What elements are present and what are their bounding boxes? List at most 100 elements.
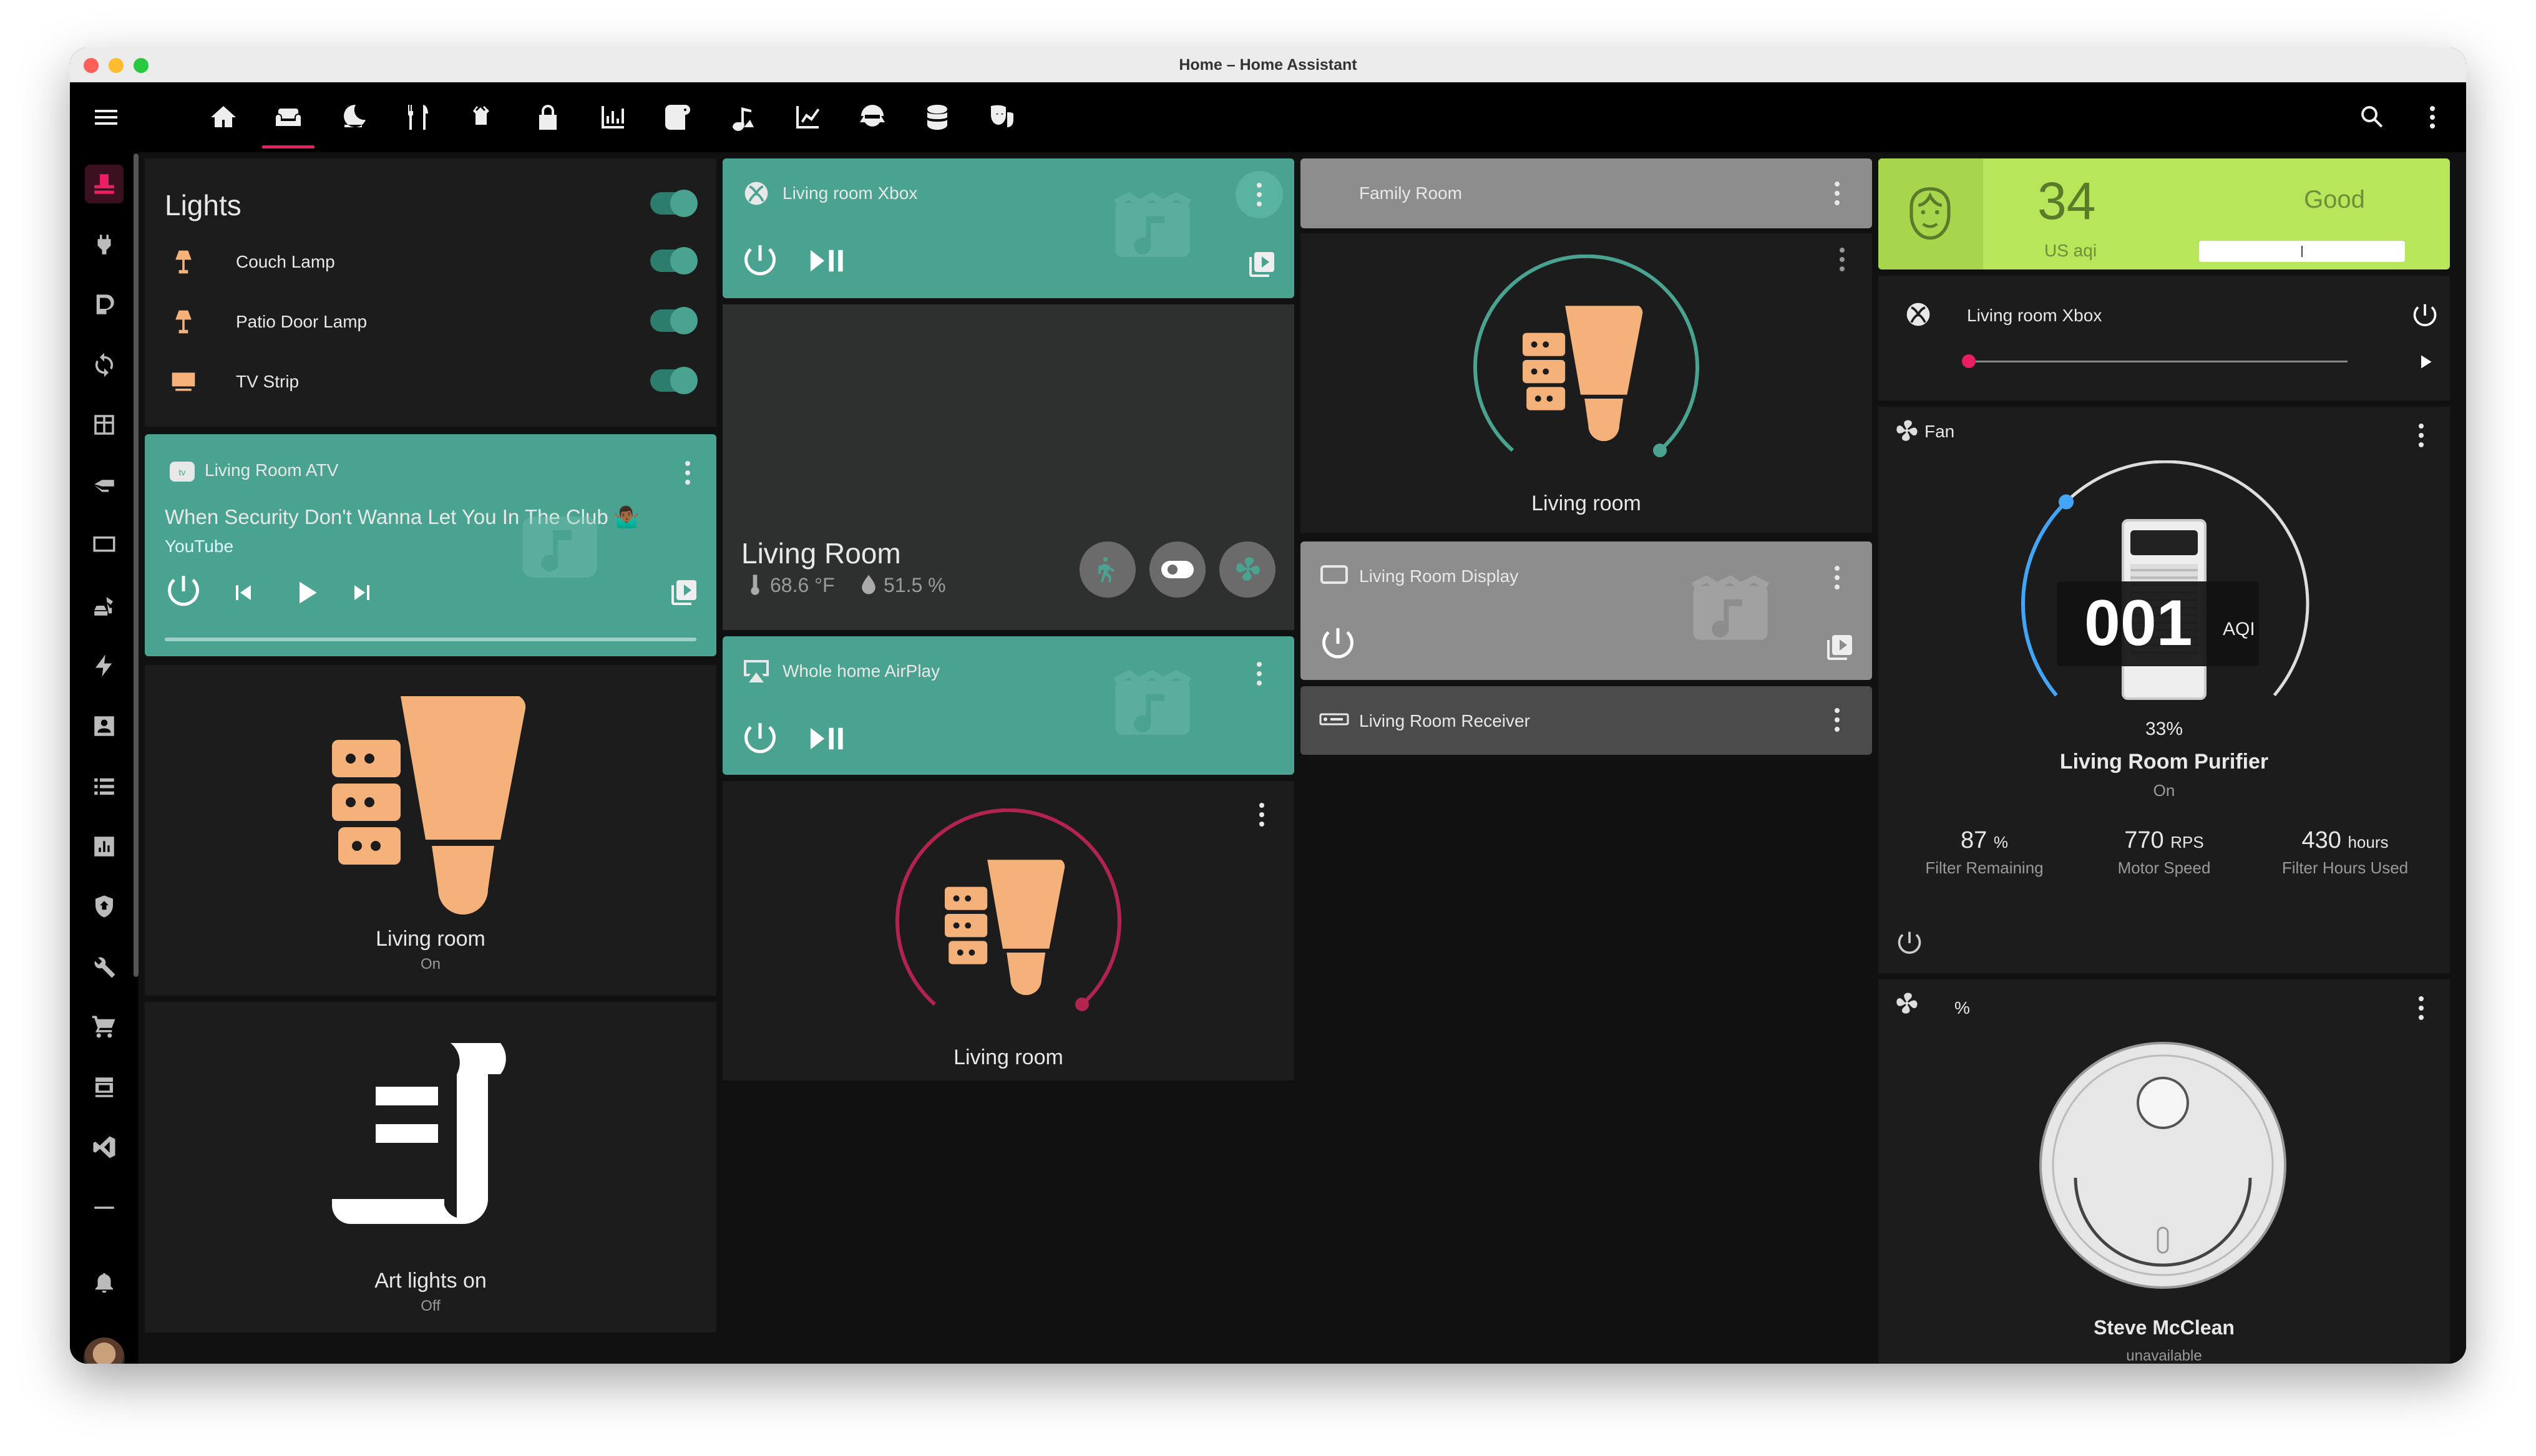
dots-vertical-icon[interactable] xyxy=(2401,82,2464,152)
media-player-name: Living room Xbox xyxy=(783,183,918,203)
chart-line-icon[interactable] xyxy=(776,82,839,152)
media-player-name: Whole home AirPlay xyxy=(783,661,940,681)
more-options-icon[interactable] xyxy=(1251,796,1273,833)
chart-box-icon[interactable] xyxy=(85,827,124,866)
database-icon[interactable] xyxy=(906,82,968,152)
more-options-icon[interactable] xyxy=(2410,989,2432,1027)
power-icon[interactable] xyxy=(2411,302,2439,329)
avatar[interactable] xyxy=(84,1337,125,1364)
account-box-icon[interactable] xyxy=(85,707,124,745)
wrench-icon[interactable] xyxy=(85,948,124,986)
card-title: Family Room xyxy=(1359,183,1462,203)
source-select-icon[interactable] xyxy=(669,578,699,608)
more-options-icon[interactable] xyxy=(676,454,699,492)
media-app: YouTube xyxy=(165,536,234,556)
atv-media-card: tv Living Room ATV When Security Don't W… xyxy=(145,434,716,656)
fan-name: Living Room Purifier xyxy=(2059,750,2269,774)
light-state: On xyxy=(420,956,441,973)
more-options-icon[interactable] xyxy=(1826,559,1848,596)
power-icon[interactable] xyxy=(1319,625,1357,662)
cart-icon[interactable] xyxy=(85,1007,124,1046)
table-icon[interactable] xyxy=(85,405,124,444)
home-icon[interactable] xyxy=(192,82,255,152)
script-card[interactable]: Art lights on Off xyxy=(145,1002,716,1332)
toilet-paper-icon[interactable] xyxy=(646,82,709,152)
menu-icon[interactable] xyxy=(75,82,137,152)
power-icon[interactable] xyxy=(165,573,202,610)
title-bar: Home – Home Assistant xyxy=(70,47,2466,82)
play-icon[interactable] xyxy=(2414,351,2436,373)
weather-night-icon[interactable] xyxy=(322,82,384,152)
area-temperature: 68.6 °F xyxy=(770,574,835,596)
ninja-icon[interactable] xyxy=(841,82,904,152)
list-icon[interactable] xyxy=(85,767,124,805)
light-row-toggle[interactable] xyxy=(650,247,698,274)
more-options-icon[interactable] xyxy=(1826,175,1848,212)
light-row-toggle[interactable] xyxy=(650,367,698,394)
power-icon[interactable] xyxy=(1896,929,1923,957)
light-entity-card[interactable]: Living room On xyxy=(145,665,716,996)
stat-unit: RPS xyxy=(2170,833,2204,852)
shield-home-icon[interactable] xyxy=(85,887,124,926)
skip-previous-icon[interactable] xyxy=(228,578,258,608)
vacuum-icon[interactable] xyxy=(711,82,774,152)
play-icon[interactable] xyxy=(287,574,324,611)
lock-icon[interactable] xyxy=(517,82,579,152)
airplay-media-card: Whole home AirPlay xyxy=(723,636,1294,775)
light-row-toggle[interactable] xyxy=(650,307,698,334)
d-icon[interactable] xyxy=(85,285,124,324)
card-title: Lights xyxy=(165,189,241,221)
fan-chip[interactable] xyxy=(1219,541,1275,598)
lightning-icon[interactable] xyxy=(85,646,124,685)
more-options-icon[interactable] xyxy=(1826,701,1848,739)
air-quality-card[interactable]: 34 US aqi Good xyxy=(1878,158,2450,269)
light-dial-card[interactable]: Living room xyxy=(1300,233,1872,533)
router-icon[interactable] xyxy=(452,82,514,152)
source-select-icon[interactable] xyxy=(1247,250,1277,279)
hacs-icon[interactable] xyxy=(85,1068,124,1107)
play-pause-icon[interactable] xyxy=(807,720,847,757)
volume-slider-handle[interactable] xyxy=(1962,354,1976,368)
more-options-icon[interactable] xyxy=(1831,241,1853,278)
volume-slider[interactable] xyxy=(1968,361,2348,362)
excavator-icon[interactable] xyxy=(85,586,124,625)
vacuum-state: unavailable xyxy=(2126,1347,2202,1364)
area-card[interactable]: Living Room 68.6 °F 51.5 % xyxy=(723,304,1294,630)
skip-next-icon[interactable] xyxy=(347,578,377,608)
media-progress-bar[interactable] xyxy=(165,638,696,641)
motion-sensor-chip[interactable] xyxy=(1080,541,1136,598)
family-room-card[interactable]: Family Room xyxy=(1300,158,1872,228)
toggle-chip[interactable] xyxy=(1149,541,1206,598)
play-pause-icon[interactable] xyxy=(807,242,847,279)
hue-bulb-icon xyxy=(332,690,532,918)
flashlight-icon[interactable] xyxy=(85,466,124,505)
app-window: Home – Home Assistant Lights Couch Lamp P… xyxy=(70,47,2466,1364)
drama-masks-icon[interactable] xyxy=(971,82,1033,152)
power-icon[interactable] xyxy=(741,720,779,757)
receiver-media-card[interactable]: Living Room Receiver xyxy=(1300,686,1872,755)
power-plug-icon[interactable] xyxy=(85,225,124,264)
stat-number: 770 xyxy=(2124,827,2164,853)
sofa-icon[interactable] xyxy=(257,82,319,152)
stat-label: Filter Hours Used xyxy=(2281,858,2409,877)
bell-icon[interactable] xyxy=(85,1263,124,1301)
hat-icon[interactable] xyxy=(85,165,124,203)
minus-icon[interactable] xyxy=(85,1188,124,1227)
hue-bulb-icon xyxy=(945,856,1068,998)
more-options-icon[interactable] xyxy=(2410,417,2432,454)
chart-bar-icon[interactable] xyxy=(582,82,644,152)
lights-master-toggle[interactable] xyxy=(650,190,698,217)
power-icon[interactable] xyxy=(741,242,779,279)
more-options-icon[interactable] xyxy=(1248,176,1270,213)
sidebar-scrollbar[interactable] xyxy=(134,153,139,977)
source-select-icon[interactable] xyxy=(1825,633,1855,662)
monitor-icon[interactable] xyxy=(85,526,124,565)
light-dial-card[interactable]: Living room xyxy=(723,781,1294,1080)
search-icon[interactable] xyxy=(2341,82,2404,152)
vscode-icon[interactable] xyxy=(85,1128,124,1167)
more-options-icon[interactable] xyxy=(1248,655,1270,692)
silverware-icon[interactable] xyxy=(387,82,449,152)
xbox-icon xyxy=(744,182,768,205)
sync-icon[interactable] xyxy=(85,346,124,384)
light-row-name: TV Strip xyxy=(236,372,300,391)
